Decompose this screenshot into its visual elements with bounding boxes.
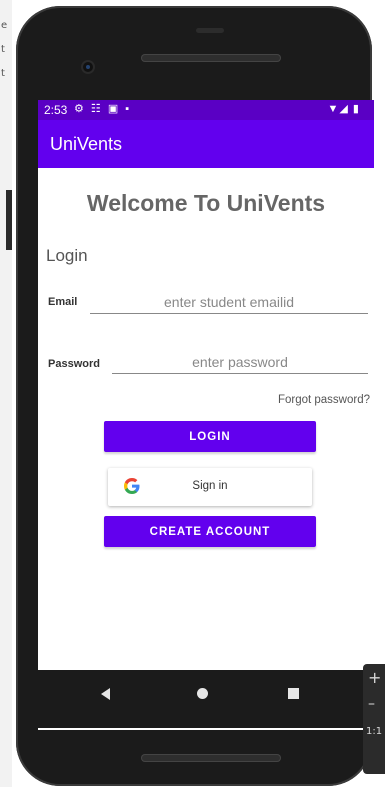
password-label: Password bbox=[48, 358, 100, 370]
app-toolbar: UniVents bbox=[38, 120, 374, 168]
phone-speaker-top bbox=[141, 54, 281, 62]
recents-icon[interactable] bbox=[288, 688, 299, 699]
app-title: UniVents bbox=[50, 134, 123, 154]
status-bar: 2:53 ⚙ ☷ ▣ ▪ ▼◢ ▮ bbox=[38, 100, 374, 120]
android-nav-bar bbox=[38, 670, 374, 728]
login-heading: Login bbox=[46, 246, 88, 265]
phone-top-slot bbox=[196, 28, 224, 33]
create-account-label: CREATE ACCOUNT bbox=[149, 525, 271, 538]
home-icon[interactable] bbox=[197, 688, 208, 699]
login-button-label: LOGIN bbox=[189, 430, 231, 443]
google-sign-in-label: Sign in bbox=[192, 480, 228, 492]
google-sign-in-button[interactable]: Sign in bbox=[108, 468, 312, 506]
zoom-in-button[interactable]: + bbox=[368, 668, 381, 687]
zoom-out-button[interactable]: – bbox=[368, 696, 375, 712]
email-label: Email bbox=[48, 296, 78, 308]
zoom-reset-button[interactable]: 1:1 bbox=[366, 726, 382, 737]
desktop-edge: e t t bbox=[0, 0, 12, 787]
login-button[interactable]: LOGIN bbox=[104, 421, 316, 452]
desktop-letter: t bbox=[1, 44, 5, 55]
create-account-button[interactable]: CREATE ACCOUNT bbox=[104, 516, 316, 547]
back-icon[interactable] bbox=[101, 688, 110, 700]
forgot-password-link[interactable]: Forgot password? bbox=[278, 394, 370, 406]
phone-screen: 2:53 ⚙ ☷ ▣ ▪ ▼◢ ▮ UniVents Welcome To Un… bbox=[38, 100, 374, 730]
status-time: 2:53 bbox=[44, 103, 68, 117]
password-field[interactable]: enter password bbox=[112, 354, 368, 374]
welcome-heading: Welcome To UniVents bbox=[86, 190, 326, 216]
desktop-letter: e bbox=[1, 20, 8, 31]
notification-icons: ⚙ ☷ ▣ ▪ bbox=[74, 103, 132, 115]
phone-speaker-bottom bbox=[141, 754, 281, 762]
front-camera-icon bbox=[83, 62, 93, 72]
desktop-letter: t bbox=[1, 68, 5, 79]
signal-battery-icons: ▼◢ ▮ bbox=[327, 103, 360, 115]
desktop-scrollbar[interactable] bbox=[6, 190, 12, 250]
email-field[interactable]: enter student emailid bbox=[90, 294, 368, 314]
emulator-zoom-toolbar: + – 1:1 bbox=[363, 664, 385, 774]
